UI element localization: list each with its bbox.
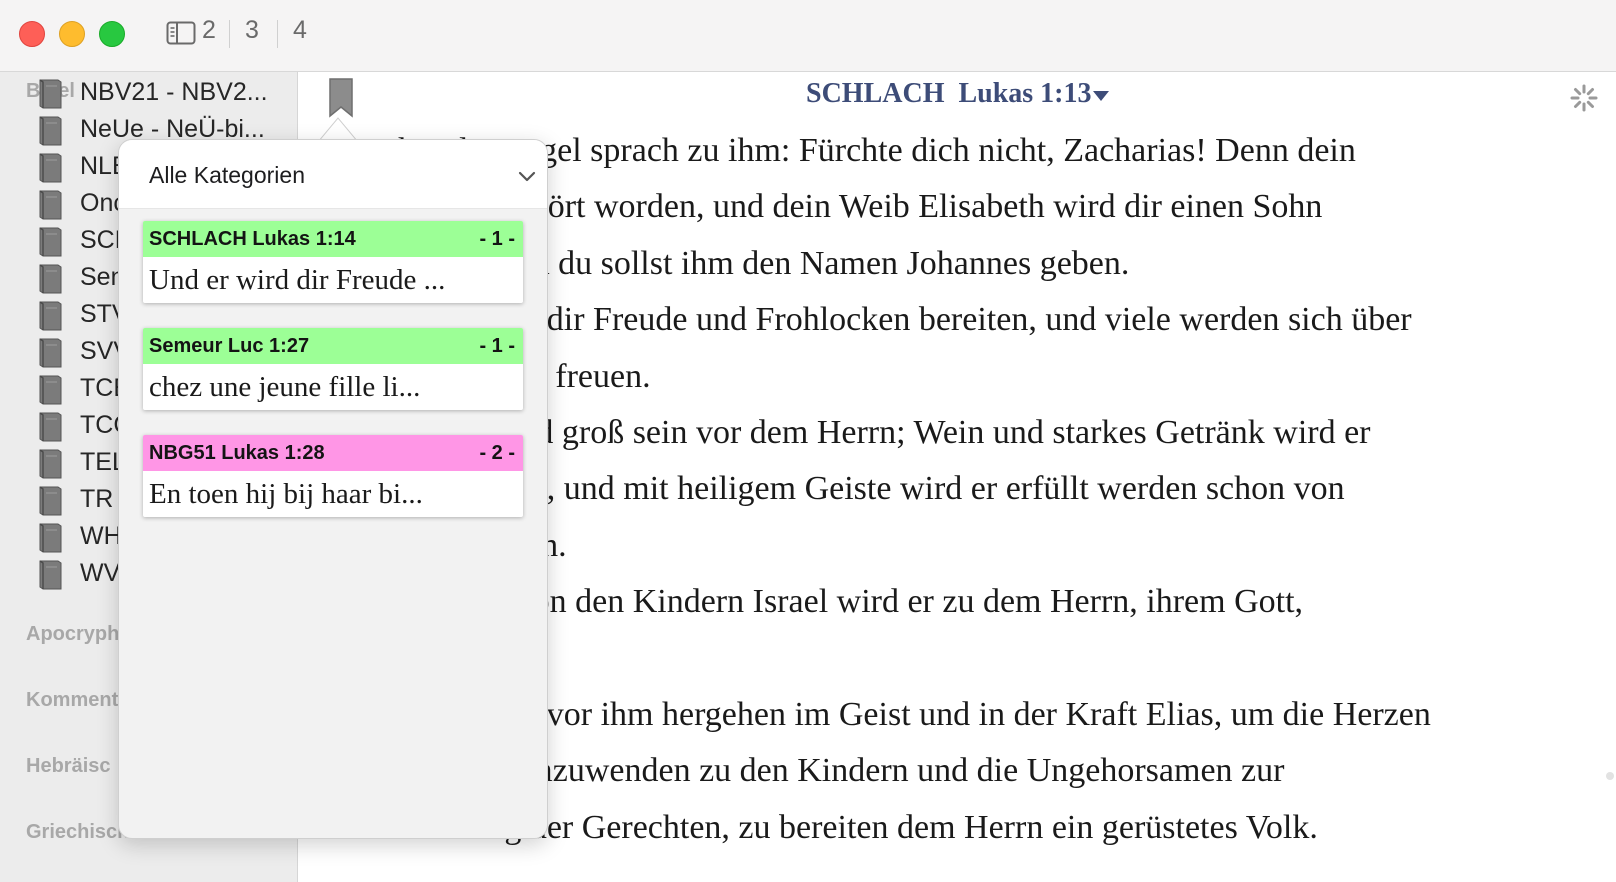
bookmark-reference: SCHLACH Lukas 1:14 [149,228,356,250]
section-label-kommentare[interactable]: Komment [26,689,118,712]
book-icon [39,79,62,109]
book-icon [39,338,62,368]
chevron-down-icon [518,171,536,182]
bookmark-number: - 2 - [479,442,515,464]
scrollbar-indicator[interactable] [1606,772,1614,780]
book-icon [39,153,62,183]
title-bar: 2 3 4 [0,0,1616,72]
close-window-button[interactable] [19,21,45,47]
book-icon [39,301,62,331]
section-label-hebraeisch[interactable]: Hebräisc [26,755,111,778]
minimize-window-button[interactable] [59,21,85,47]
bookmark-card[interactable]: SCHLACH Lukas 1:14 - 1 - Und er wird dir F… [143,221,523,303]
zoom-window-button[interactable] [99,21,125,47]
sidebar-bible-label: WH [80,522,122,550]
book-icon [39,449,62,479]
book-icon [39,375,62,405]
bookmark-reference: NBG51 Lukas 1:28 [149,442,325,464]
bookmark-number: - 1 - [479,335,515,357]
bookmark-snippet: Und er wird dir Freude ... [149,264,446,296]
bookmark-snippet: En toen hij bij haar bi... [149,478,423,510]
toolbar-divider [229,20,230,48]
view-3-button[interactable]: 3 [245,16,259,45]
book-icon [39,486,62,516]
view-2-button[interactable]: 2 [202,16,216,45]
book-icon [39,264,62,294]
category-select-label: Alle Kategorien [149,162,305,188]
book-icon [39,116,62,146]
toolbar-divider [277,20,278,48]
sidebar-toggle-icon[interactable] [166,21,196,45]
bookmark-reference: Semeur Luc 1:27 [149,335,310,357]
book-icon [39,227,62,257]
bookmarks-popover: Alle Kategorien SCHLACH Lukas 1:14 - 1 - U… [118,139,548,839]
section-label-apocryphen[interactable]: Apocryph [26,623,119,646]
bookmark-card[interactable]: NBG51 Lukas 1:28 - 2 - En toen hij bij haa… [143,435,523,517]
book-icon [39,523,62,553]
sidebar-bible-label: TR [80,485,114,513]
book-icon [39,412,62,442]
sidebar-bible-label: NBV21 - NBV2... [80,78,268,106]
bookmark-card[interactable]: Semeur Luc 1:27 - 1 - chez une jeune fille… [143,328,523,410]
sidebar-bible-label: WV [80,559,121,587]
sidebar-bible-item[interactable]: NBV21 - NBV2... [36,76,297,110]
book-icon [39,190,62,220]
category-select[interactable]: Alle Kategorien [119,140,547,209]
bookmark-snippet: chez une jeune fille li... [149,371,421,403]
book-icon [39,560,62,590]
bookmark-number: - 1 - [479,228,515,250]
view-4-button[interactable]: 4 [293,16,307,45]
